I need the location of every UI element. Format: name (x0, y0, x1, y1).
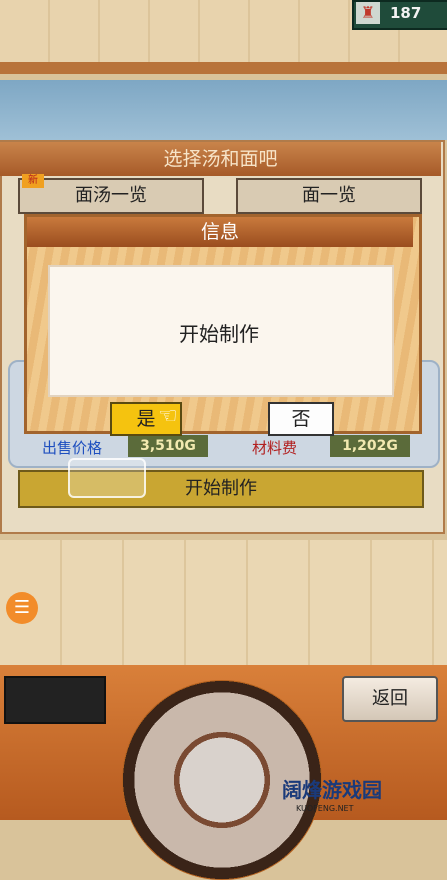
tab-noodle-list[interactable]: 面一览 (236, 178, 422, 214)
coin-icon: ♜ (356, 2, 380, 24)
material-cost-label: 材料费 (252, 439, 298, 457)
watermark-logo: 阔烽游戏园 (282, 778, 382, 802)
new-badge: 新 (22, 174, 44, 188)
dialog-title: 信息 (27, 217, 413, 247)
dialog-message: 开始制作 (179, 322, 259, 346)
screen-slot (4, 676, 106, 724)
floor-background (0, 540, 447, 665)
sell-price-value: 3,510G (128, 435, 208, 457)
top-divider (0, 62, 447, 74)
pointer-hand-icon: ☜ (158, 404, 178, 429)
no-button[interactable]: 否 (268, 402, 334, 436)
tab-soup-list[interactable]: 面汤一览 (18, 178, 204, 214)
back-button[interactable]: 返回 (342, 676, 438, 722)
touch-overlay (68, 458, 146, 498)
watermark-sub: KUOFENG.NET (296, 804, 354, 813)
sky-background (0, 80, 447, 140)
menu-icon[interactable]: ☰ (6, 592, 38, 624)
panel-title: 选择汤和面吧 (0, 142, 441, 176)
sell-price-label: 出售价格 (42, 439, 103, 457)
material-cost-value: 1,202G (330, 435, 410, 457)
coin-count: 187 (390, 4, 422, 22)
